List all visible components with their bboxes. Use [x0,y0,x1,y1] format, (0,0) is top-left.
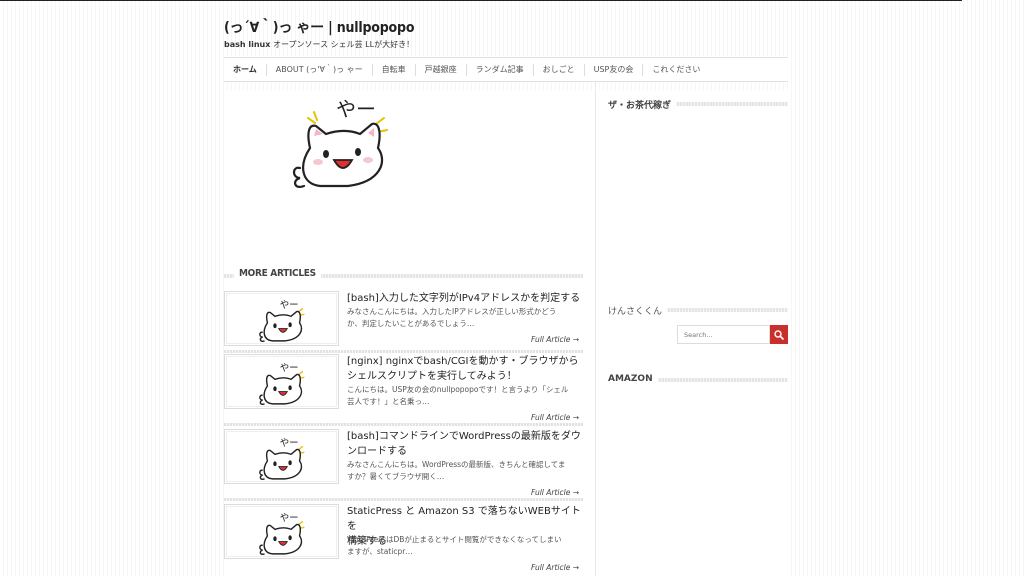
cat-mascot-icon: やー [259,438,305,480]
article-title[interactable]: [bash]入力した文字列がIPv4アドレスかを判定する [347,291,583,306]
full-article-link[interactable]: Full Article → [531,413,579,422]
svg-text:やー: やー [280,363,299,374]
hero-cat-illustration: やー [288,96,398,192]
more-articles-label: MORE ARTICLES [234,268,321,279]
article-excerpt: みなさんこんにちは。WordPressの最新版、きちんと確認してま すか？暑くてブ… [347,460,566,481]
full-article-link[interactable]: Full Article → [531,335,579,344]
widget-title-sponsored: ザ・お茶代稼ぎ [608,98,677,111]
cat-mascot-icon: やー [292,97,388,188]
article-item: やー [nginx] nginxでbash/CGIを動かす・ブラウザから シェルス… [224,354,583,426]
article-excerpt: こんにちは。USP友の会のnullpopopoです！と言うより「シェル 芸人です！… [347,385,569,406]
search-icon [774,329,784,340]
svg-text:やー: やー [280,438,299,449]
nav-item-togoshi-ginza[interactable]: 戸越銀座 [414,63,466,76]
search-button[interactable] [770,325,788,344]
site-description-text: オープンソース シェル芸 LLが大好き！ [270,40,415,49]
article-excerpt: みなさんこんにちは。入力したIPアドレスが正しい形式かどう か、判定したいことがあ… [347,307,557,328]
article-separator [224,423,583,426]
nav-item-bicycle[interactable]: 自転車 [371,63,415,76]
site-description-tags: bash linux [224,40,271,49]
nav-item-wishlist[interactable]: これください [642,63,709,76]
article-separator [224,498,583,501]
cat-mascot-icon: やー [259,363,305,405]
article-title[interactable]: [bash]コマンドラインでWordPressの最新版をダウ ンロードする [347,429,583,459]
full-article-link[interactable]: Full Article → [531,488,579,497]
nav-item-about[interactable]: ABOUT (っ'∀｀)っ ゃー [265,63,372,76]
nav-item-random-article[interactable]: ランダム記事 [465,63,533,76]
site-title[interactable]: (っ´∀｀)っ ゃー | nullpopopo [224,17,414,37]
article-item: やー [bash]コマンドラインでWordPressの最新版をダウ ンロードする … [224,429,583,501]
nav-item-home[interactable]: ホーム [224,64,266,76]
cat-mascot-icon: やー [259,513,305,555]
search-form [677,325,788,344]
article-thumbnail[interactable]: やー [224,429,339,484]
svg-text:やー: やー [280,513,299,524]
cat-mascot-icon: やー [259,300,305,342]
article-excerpt: WordPressはDBが止まるとサイト閲覧ができなくなってしまい ますが、sta… [347,535,562,556]
full-article-link[interactable]: Full Article → [531,563,579,572]
svg-text:やー: やー [280,300,299,311]
article-thumbnail[interactable]: やー [224,354,339,409]
article-separator [224,350,583,353]
main-nav: ホーム ABOUT (っ'∀｀)っ ゃー 自転車 戸越銀座 ランダム記事 おしご… [224,57,788,82]
site-description: bash linux オープンソース シェル芸 LLが大好き！ [224,39,414,50]
article-thumbnail[interactable]: やー [224,504,339,559]
widget-title-search: けんさくくん [608,304,668,317]
widget-title-amazon: AMAZON [608,374,658,384]
article-item: やー [bash]入力した文字列がIPv4アドレスかを判定する みなさんこんにち… [224,291,583,353]
svg-text:やー: やー [336,97,376,121]
article-item: やー StaticPress と Amazon S3 で落ちないWEBサイトを構… [224,504,583,576]
top-border [0,0,962,1]
nav-item-usp[interactable]: USP友の会 [583,63,643,76]
article-thumbnail[interactable]: やー [224,291,339,346]
search-input[interactable] [677,325,770,344]
article-title[interactable]: [nginx] nginxでbash/CGIを動かす・ブラウザから シェルスクリプ… [347,354,583,384]
more-articles-heading: MORE ARTICLES [224,268,583,284]
nav-item-work[interactable]: おしごと [532,63,584,76]
